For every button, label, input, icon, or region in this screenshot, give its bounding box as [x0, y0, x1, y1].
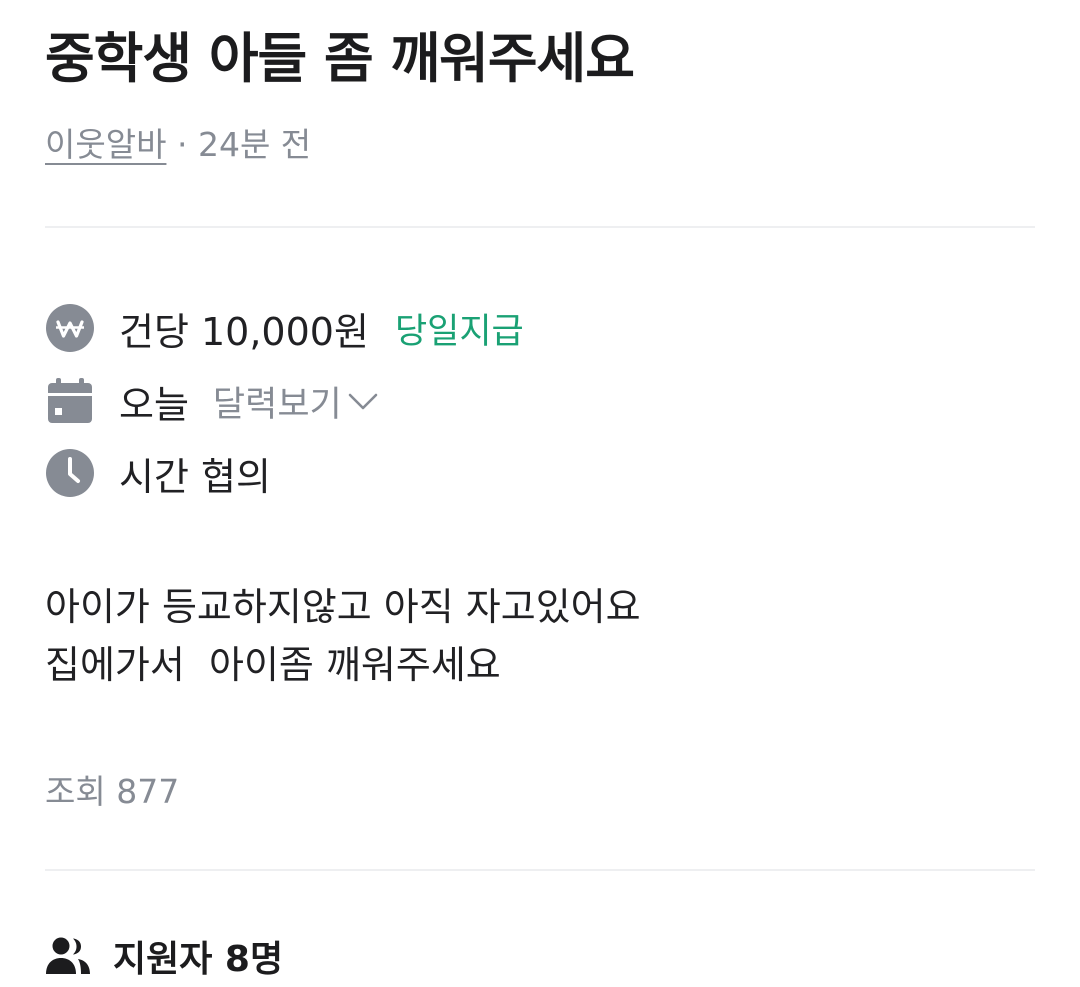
chevron-down-icon [348, 393, 378, 410]
won-icon [45, 303, 95, 353]
view-count: 조회 877 [45, 772, 180, 811]
applicants-header[interactable]: 지원자 8명 [45, 930, 283, 982]
divider [45, 226, 1035, 228]
description-line: 아이가 등교하지않고 아직 자고있어요 [45, 585, 641, 629]
post-title: 중학생 아들 좀 깨워주세요 [45, 27, 635, 90]
calendar-view-toggle[interactable]: 달력보기 [213, 376, 380, 427]
pay-row: 건당 10,000원 당일지급 [45, 303, 524, 354]
pay-amount: 건당 10,000원 [119, 309, 369, 354]
meta-separator: · [176, 125, 188, 164]
calendar-view-label: 달력보기 [212, 384, 342, 425]
divider [45, 869, 1035, 871]
author-link[interactable]: 이웃알바 [45, 125, 166, 164]
time-row: 시간 협의 [45, 448, 271, 499]
people-icon [45, 936, 91, 976]
clock-icon [45, 448, 95, 498]
same-day-pay-badge: 당일지급 [394, 311, 524, 352]
time-text: 시간 협의 [119, 454, 271, 499]
applicants-count: 지원자 8명 [113, 939, 284, 980]
post-meta: 이웃알바 · 24분 전 [45, 122, 311, 168]
calendar-icon [45, 376, 95, 426]
date-row: 오늘 달력보기 [45, 376, 380, 427]
date-text: 오늘 [119, 382, 189, 427]
description-line: 집에가서 아이좀 깨워주세요 [45, 643, 501, 687]
time-ago: 24분 전 [197, 125, 312, 164]
post-description: 아이가 등교하지않고 아직 자고있어요집에가서 아이좀 깨워주세요 [45, 578, 641, 694]
